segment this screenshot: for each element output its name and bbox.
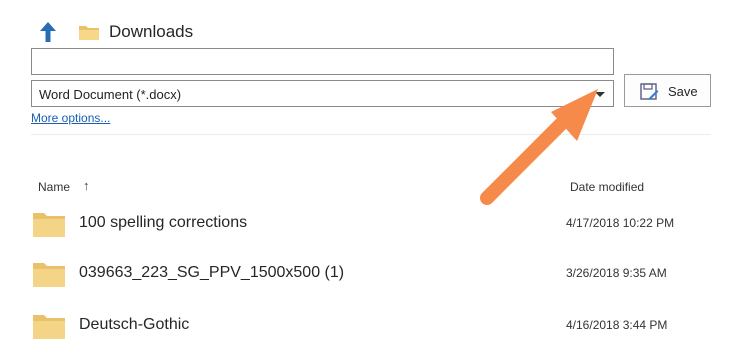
sort-ascending-icon: ↑	[83, 178, 90, 193]
file-name: 039663_223_SG_PPV_1500x500 (1)	[79, 264, 345, 281]
list-item[interactable]: 039663_223_SG_PPV_1500x500 (1) 3/26/2018…	[0, 258, 746, 298]
folder-icon	[33, 213, 65, 237]
more-options-link[interactable]: More options...	[31, 111, 110, 125]
column-header-name[interactable]: Name	[38, 180, 70, 194]
folder-icon	[33, 315, 65, 339]
folder-icon	[33, 263, 65, 287]
file-date: 4/16/2018 3:44 PM	[566, 318, 668, 332]
list-item[interactable]: 100 spelling corrections 4/17/2018 10:22…	[0, 208, 746, 248]
filetype-value: Word Document (*.docx)	[39, 87, 182, 102]
divider	[31, 134, 711, 135]
file-name: Deutsch-Gothic	[79, 316, 190, 333]
filename-input[interactable]	[31, 48, 614, 75]
list-item[interactable]: Deutsch-Gothic 4/16/2018 3:44 PM	[0, 310, 746, 344]
save-as-icon	[640, 83, 659, 100]
file-date: 3/26/2018 9:35 AM	[566, 266, 667, 280]
column-header-date-modified[interactable]: Date modified	[570, 180, 644, 194]
filetype-dropdown[interactable]: Word Document (*.docx)	[31, 80, 614, 107]
current-location: Downloads	[109, 22, 194, 41]
folder-icon	[79, 26, 99, 40]
file-name: 100 spelling corrections	[79, 214, 248, 231]
save-label: Save	[668, 84, 698, 99]
up-arrow-icon[interactable]	[38, 20, 58, 44]
chevron-down-icon[interactable]	[595, 92, 605, 97]
file-date: 4/17/2018 10:22 PM	[566, 216, 675, 230]
save-button[interactable]: Save	[624, 74, 711, 107]
